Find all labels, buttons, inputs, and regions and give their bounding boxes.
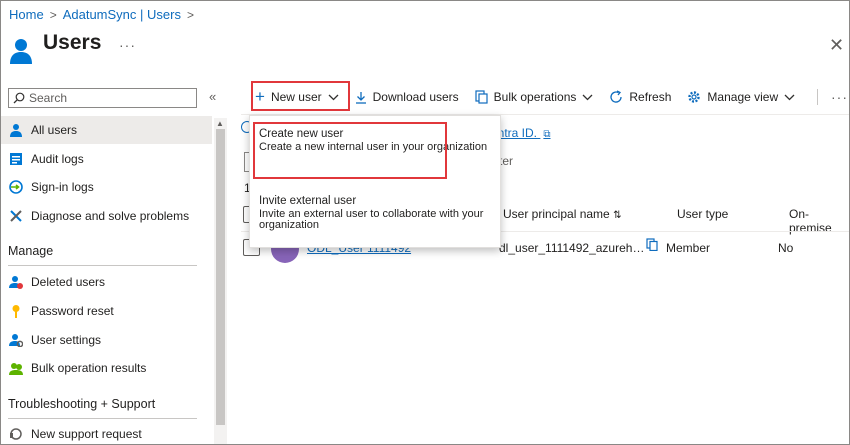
sidebar-item-password-reset[interactable]: Password reset (1, 297, 212, 325)
user-upn: dl_user_1111492_azureh… (499, 241, 645, 255)
divider (8, 418, 197, 419)
invite-user-title: Invite external user (259, 195, 357, 207)
wrench-icon (9, 209, 23, 223)
collapse-sidebar-icon[interactable]: « (209, 89, 216, 104)
key-icon (9, 304, 23, 318)
download-users-button[interactable]: Download users (355, 90, 459, 104)
sidebar-item-label: Diagnose and solve problems (31, 209, 190, 223)
column-header-user-type[interactable]: User type (677, 207, 728, 221)
sidebar-item-sign-in-logs[interactable]: Sign-in logs (1, 173, 212, 201)
deleted-user-icon (9, 275, 23, 289)
user-type-value: Member (666, 241, 711, 255)
sidebar-item-label: Deleted users (31, 275, 106, 289)
copy-icon[interactable] (646, 238, 658, 251)
close-icon[interactable]: ✕ (829, 35, 844, 56)
bulk-results-icon (9, 361, 23, 375)
portal-window: Home > AdatumSync | Users > Users ··· ✕ … (0, 0, 850, 445)
breadcrumb-home[interactable]: Home (9, 7, 44, 22)
user-settings-icon (9, 333, 23, 347)
breadcrumb: Home > AdatumSync | Users > (9, 7, 194, 22)
chevron-down-icon (582, 94, 593, 100)
filter-button-text[interactable]: ter (499, 154, 513, 168)
download-users-label: Download users (372, 90, 459, 104)
breadcrumb-separator: > (49, 7, 57, 22)
sidebar-item-diagnose[interactable]: Diagnose and solve problems (1, 202, 212, 230)
sort-icon: ⇅ (613, 210, 622, 221)
sidebar-item-audit-logs[interactable]: Audit logs (1, 145, 212, 173)
create-user-highlight (253, 122, 447, 179)
gear-icon (688, 91, 701, 103)
bulk-operations-button[interactable]: Bulk operations (475, 90, 594, 104)
search-icon (13, 92, 25, 104)
sidebar-item-label: All users (31, 123, 78, 137)
support-icon (9, 427, 23, 441)
toolbar-more-icon[interactable]: ··· (831, 89, 848, 105)
chevron-down-icon (784, 94, 795, 100)
sidebar-item-new-support-request[interactable]: New support request (1, 420, 212, 444)
log-icon (9, 152, 23, 166)
more-icon[interactable]: ··· (119, 37, 136, 53)
sidebar-item-bulk-operation-results[interactable]: Bulk operation results (1, 354, 212, 382)
on-premises-value: No (778, 241, 794, 255)
manage-view-label: Manage view (707, 90, 779, 104)
support-heading: Troubleshooting + Support (8, 397, 156, 411)
new-user-highlight (251, 81, 350, 111)
sidebar-item-user-settings[interactable]: User settings (1, 326, 212, 354)
users-icon (10, 39, 32, 64)
page-title: Users (43, 31, 102, 54)
sidebar-scroll-thumb[interactable] (216, 129, 225, 425)
refresh-icon (610, 90, 623, 103)
refresh-button[interactable]: Refresh (609, 90, 671, 104)
breadcrumb-separator: > (186, 7, 194, 22)
sidebar-item-deleted-users[interactable]: Deleted users (1, 268, 212, 296)
search-input[interactable] (29, 91, 189, 105)
divider (8, 265, 197, 266)
sidebar-item-label: Sign-in logs (31, 180, 94, 194)
toolbar-divider (817, 89, 818, 105)
sidebar-item-label: User settings (31, 333, 102, 347)
sidebar-search[interactable] (8, 88, 197, 108)
manage-heading: Manage (8, 244, 54, 258)
column-header-label: User principal name (503, 207, 610, 221)
download-icon (355, 91, 366, 104)
sidebar-item-label: New support request (31, 427, 142, 441)
scroll-up-icon[interactable]: ▲ (216, 119, 224, 128)
menu-item-invite-external-user[interactable]: Invite external user Invite an external … (259, 195, 495, 231)
sidebar-item-all-users[interactable]: All users (1, 116, 212, 144)
manage-view-button[interactable]: Manage view (687, 90, 795, 104)
column-header-upn[interactable]: User principal name ⇅ (503, 207, 621, 221)
sidebar-item-label: Password reset (31, 304, 114, 318)
user-icon (9, 123, 23, 137)
refresh-label: Refresh (629, 90, 672, 104)
signin-icon (9, 180, 23, 194)
invite-user-description: Invite an external user to collaborate w… (259, 208, 484, 231)
sidebar-item-label: Audit logs (31, 152, 84, 166)
sidebar-item-label: Bulk operation results (31, 361, 147, 375)
breadcrumb-adatumsync[interactable]: AdatumSync | Users (63, 7, 181, 22)
bulk-operations-label: Bulk operations (493, 90, 577, 104)
bulk-operations-icon (475, 90, 488, 104)
external-link-icon: ⧉ (543, 129, 551, 140)
